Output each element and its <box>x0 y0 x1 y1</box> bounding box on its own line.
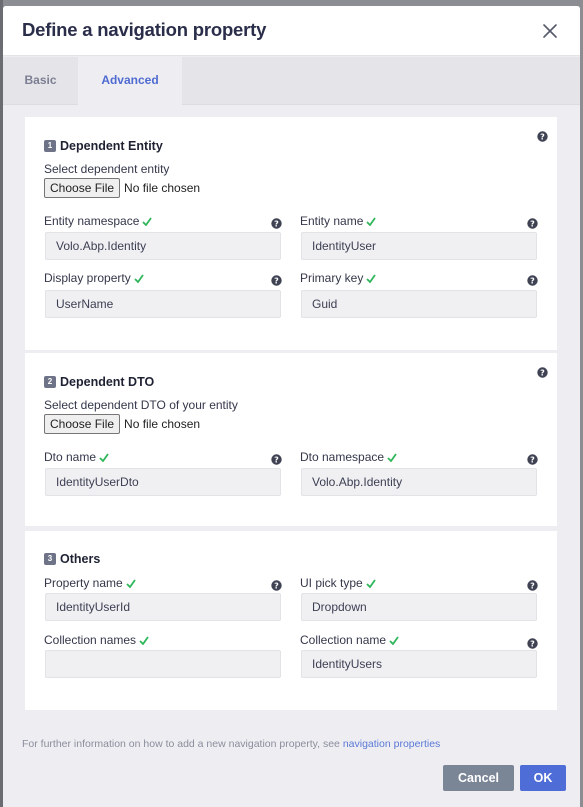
dto-namespace-label: Dto namespace <box>300 450 397 464</box>
modal-title: Define a navigation property <box>22 19 267 40</box>
section-title-text: Others <box>60 552 101 566</box>
label-text: Collection name <box>300 633 387 647</box>
dependent-entity-section: ? 1 Dependent Entity Select dependent en… <box>25 117 557 350</box>
primary-key-label: Primary key <box>300 271 377 285</box>
modal-body: ? 1 Dependent Entity Select dependent en… <box>3 105 580 807</box>
svg-text:?: ? <box>540 369 545 378</box>
section-title-dependent-entity: 1 Dependent Entity <box>44 139 163 153</box>
label-text: Entity name <box>300 214 364 228</box>
label-text: Property name <box>44 576 123 590</box>
ui-pick-type-select[interactable]: Dropdown <box>301 593 537 621</box>
section-title-dependent-dto: 2 Dependent DTO <box>44 375 154 389</box>
svg-text:?: ? <box>274 277 279 286</box>
check-icon <box>139 635 149 645</box>
choose-file-button[interactable]: Choose File <box>44 414 121 434</box>
label-text: Collection names <box>44 633 137 647</box>
close-icon <box>543 24 557 38</box>
help-icon[interactable]: ? <box>271 580 282 591</box>
svg-text:?: ? <box>530 640 535 649</box>
tab-basic[interactable]: Basic <box>3 57 78 105</box>
help-icon[interactable]: ? <box>527 454 538 465</box>
check-icon <box>389 635 399 645</box>
dto-file-picker: Choose File No file chosen <box>44 414 200 434</box>
entity-namespace-input[interactable]: Volo.Abp.Identity <box>45 232 281 260</box>
property-name-input[interactable]: IdentityUserId <box>45 593 281 621</box>
svg-text:?: ? <box>530 220 535 229</box>
close-button[interactable] <box>540 21 560 41</box>
help-icon[interactable]: ? <box>271 218 282 229</box>
check-icon <box>99 452 109 462</box>
svg-text:?: ? <box>530 582 535 591</box>
label-text: Dto namespace <box>300 450 385 464</box>
help-icon[interactable]: ? <box>527 218 538 229</box>
help-icon[interactable]: ? <box>527 275 538 286</box>
tab-bar: Basic Advanced <box>3 57 580 106</box>
dto-name-input[interactable]: IdentityUserDto <box>45 468 281 496</box>
label-text: Entity namespace <box>44 214 140 228</box>
display-property-label: Display property <box>44 271 144 285</box>
file-status: No file chosen <box>124 417 201 431</box>
svg-text:?: ? <box>540 133 545 142</box>
primary-key-input[interactable]: Guid <box>301 290 537 318</box>
select-entity-label: Select dependent entity <box>44 162 170 176</box>
collection-names-label: Collection names <box>44 633 149 647</box>
others-section: 3 Others Property name ? IdentityUserId … <box>25 531 557 710</box>
ui-pick-type-label: UI pick type <box>300 576 376 590</box>
cancel-button[interactable]: Cancel <box>443 765 514 791</box>
collection-name-input[interactable]: IdentityUsers <box>301 650 537 678</box>
label-text: Display property <box>44 271 131 285</box>
ok-button[interactable]: OK <box>520 765 566 791</box>
help-icon[interactable]: ? <box>527 580 538 591</box>
help-icon[interactable]: ? <box>537 367 548 378</box>
check-icon <box>126 578 136 588</box>
step-badge: 2 <box>44 376 56 388</box>
label-text: Dto name <box>44 450 97 464</box>
footer-note-text: For further information on how to add a … <box>22 738 340 750</box>
help-icon[interactable]: ? <box>537 131 548 142</box>
entity-name-label: Entity name <box>300 214 377 228</box>
section-title-text: Dependent Entity <box>60 139 163 153</box>
dto-namespace-input[interactable]: Volo.Abp.Identity <box>301 468 537 496</box>
label-text: UI pick type <box>300 576 363 590</box>
entity-name-input[interactable]: IdentityUser <box>301 232 537 260</box>
help-icon[interactable]: ? <box>527 638 538 649</box>
dto-name-label: Dto name <box>44 450 109 464</box>
svg-text:?: ? <box>530 277 535 286</box>
section-title-text: Dependent DTO <box>60 375 155 389</box>
svg-text:?: ? <box>274 220 279 229</box>
svg-text:?: ? <box>274 456 279 465</box>
label-text: Primary key <box>300 271 364 285</box>
check-icon <box>366 216 377 226</box>
display-property-input[interactable]: UserName <box>45 290 281 318</box>
entity-namespace-label: Entity namespace <box>44 214 153 228</box>
entity-file-picker: Choose File No file chosen <box>44 178 200 198</box>
section-title-others: 3 Others <box>44 552 100 566</box>
check-icon <box>142 216 153 226</box>
tab-advanced[interactable]: Advanced <box>78 57 182 106</box>
help-icon[interactable]: ? <box>271 454 282 465</box>
check-icon <box>134 273 144 283</box>
footer-note: For further information on how to add a … <box>22 738 440 750</box>
check-icon <box>366 578 376 588</box>
dependent-dto-section: ? 2 Dependent DTO Select dependent DTO o… <box>25 353 557 526</box>
property-name-label: Property name <box>44 576 136 590</box>
modal-header: Define a navigation property <box>3 6 580 56</box>
navigation-properties-link[interactable]: navigation properties <box>343 738 440 750</box>
choose-file-button[interactable]: Choose File <box>44 178 121 198</box>
svg-text:?: ? <box>530 456 535 465</box>
collection-names-input[interactable] <box>45 650 281 678</box>
check-icon <box>366 273 377 283</box>
step-badge: 3 <box>44 553 56 565</box>
step-badge: 1 <box>44 140 56 152</box>
file-status: No file chosen <box>124 181 201 195</box>
navigation-property-modal: Define a navigation property Basic Advan… <box>3 6 580 807</box>
svg-text:?: ? <box>274 582 279 591</box>
help-icon[interactable]: ? <box>271 275 282 286</box>
collection-name-label: Collection name <box>300 633 399 647</box>
check-icon <box>387 452 397 462</box>
select-dto-label: Select dependent DTO of your entity <box>44 398 238 412</box>
